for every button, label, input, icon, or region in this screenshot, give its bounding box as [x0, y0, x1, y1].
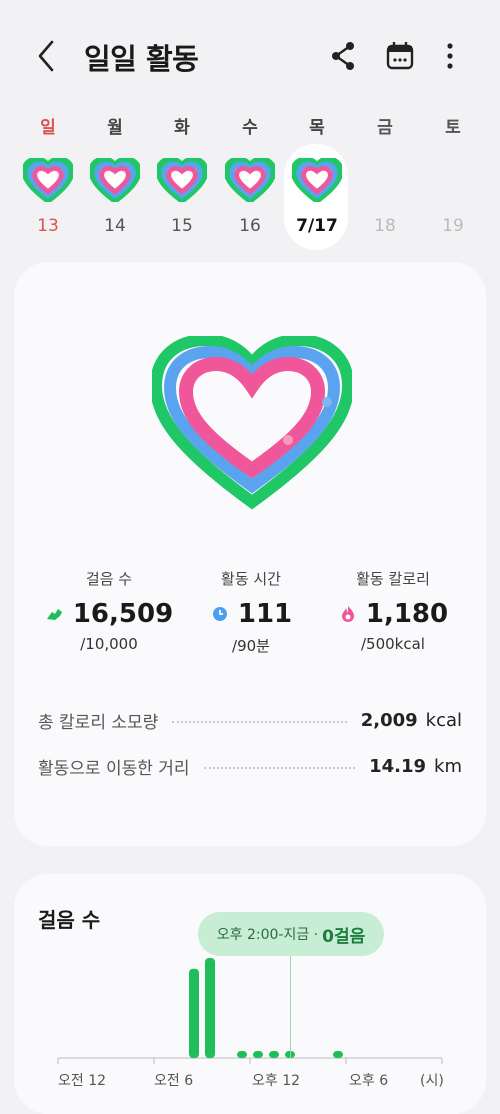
day-number: 7/17	[296, 216, 338, 236]
active-time-stat[interactable]: 활동 시간 111 /90분	[176, 568, 326, 656]
total-calories-label: 총 칼로리 소모량	[38, 712, 159, 733]
distance-value: 14.19	[369, 755, 427, 777]
activity-heart-icon	[157, 158, 207, 202]
day-name: 토	[445, 118, 461, 138]
day-thu-selected[interactable]: 목 7/17	[284, 108, 348, 250]
total-calories-row[interactable]: 총 칼로리 소모량 2,009 kcal	[38, 706, 462, 734]
day-tue[interactable]: 화 15	[151, 108, 213, 248]
activity-heart-icon	[292, 158, 342, 202]
x-unit-label: (시)	[420, 1073, 444, 1089]
day-number: 15	[171, 216, 193, 236]
day-name: 수	[242, 118, 258, 138]
shoe-icon	[46, 609, 62, 620]
steps-tooltip: 오후 2:00-지금 · 0걸음	[198, 912, 384, 956]
steps-bar-hour-17[interactable]	[333, 1051, 343, 1058]
day-mon[interactable]: 월 14	[84, 108, 146, 248]
active-time-goal: /90분	[232, 637, 270, 655]
week-selector: 일 13 월 14 화 15 수 16 목 7/17 금 18 토 19	[0, 108, 500, 250]
x-label-12pm: 오후 12	[252, 1073, 301, 1089]
steps-stat[interactable]: 걸음 수 16,509 /10,000	[34, 568, 184, 653]
x-label-6am: 오전 6	[154, 1073, 194, 1089]
dotted-leader	[203, 767, 356, 769]
more-vertical-icon[interactable]	[432, 38, 468, 74]
day-number: 14	[104, 216, 126, 236]
steps-bar-hour-11[interactable]	[237, 1051, 247, 1058]
day-number: 13	[37, 216, 59, 236]
tooltip-value: 0걸음	[322, 926, 366, 947]
total-calories-value: 2,009	[360, 709, 418, 731]
day-sat[interactable]: 토 19	[422, 108, 484, 248]
distance-unit: km	[434, 755, 462, 777]
x-label-6pm: 오후 6	[349, 1073, 389, 1089]
day-number: 19	[442, 216, 464, 236]
tooltip-indicator-line	[290, 956, 291, 1058]
steps-bar-hour-9[interactable]	[205, 958, 215, 1058]
steps-label: 걸음 수	[85, 570, 133, 588]
active-calories-goal: /500kcal	[361, 635, 425, 653]
activity-heart-icon	[23, 158, 73, 202]
day-wed[interactable]: 수 16	[219, 108, 281, 248]
steps-bar-hour-13[interactable]	[269, 1051, 279, 1058]
steps-goal: /10,000	[80, 635, 138, 653]
active-calories-label: 활동 칼로리	[356, 570, 430, 588]
distance-row[interactable]: 활동으로 이동한 거리 14.19 km	[38, 752, 462, 780]
day-name: 일	[40, 118, 56, 138]
steps-value: 16,509	[72, 599, 174, 629]
share-icon[interactable]	[326, 38, 362, 74]
day-fri[interactable]: 금 18	[354, 108, 416, 248]
active-time-value: 111	[237, 599, 293, 629]
clock-icon	[212, 607, 227, 621]
daily-activity-card: 걸음 수 16,509 /10,000 활동 시간 111 /90분 활동 칼로…	[14, 262, 486, 846]
activity-heart-icon	[90, 158, 140, 202]
activity-rings-heart	[152, 336, 352, 510]
activity-heart-icon	[225, 158, 275, 202]
active-calories-stat[interactable]: 활동 칼로리 1,180 /500kcal	[318, 568, 468, 653]
day-number: 18	[374, 216, 396, 236]
active-time-label: 활동 시간	[221, 570, 281, 588]
day-name: 화	[174, 118, 190, 138]
calendar-icon[interactable]	[382, 38, 418, 74]
day-sun[interactable]: 일 13	[17, 108, 79, 248]
back-arrow-icon[interactable]	[32, 36, 68, 76]
day-name: 금	[377, 118, 393, 138]
active-calories-value: 1,180	[365, 599, 449, 629]
app-header: 일일 활동	[0, 0, 500, 110]
flame-icon	[341, 606, 354, 622]
x-label-12am: 오전 12	[58, 1073, 107, 1089]
steps-bar-hour-12[interactable]	[253, 1051, 263, 1058]
day-name: 월	[107, 118, 123, 138]
page-title: 일일 활동	[84, 42, 199, 76]
total-calories-unit: kcal	[425, 709, 462, 731]
dotted-leader	[172, 721, 347, 723]
day-name: 목	[309, 118, 325, 138]
day-number: 16	[239, 216, 261, 236]
tooltip-time: 오후 2:00-지금 ·	[216, 927, 319, 943]
steps-chart-card[interactable]: 걸음 수 오후 2:00-지금 · 0걸음 오전 12 오전 6 오후 12 오…	[14, 874, 486, 1114]
distance-label: 활동으로 이동한 거리	[38, 758, 190, 779]
steps-bar-hour-8[interactable]	[189, 968, 199, 1058]
